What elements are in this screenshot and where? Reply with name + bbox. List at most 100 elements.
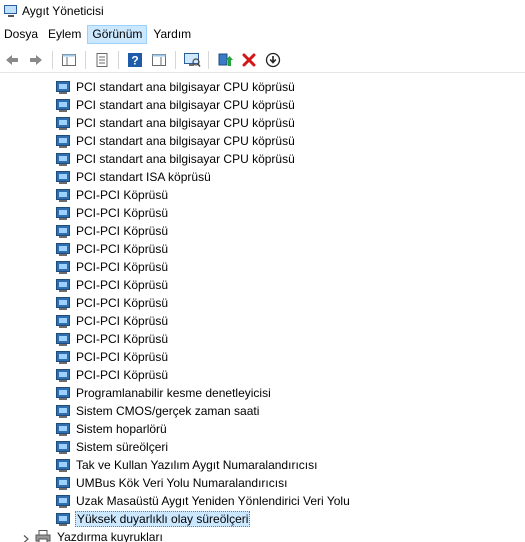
device-list-item[interactable]: PCI standart ana bilgisayar CPU köprüsü xyxy=(0,132,525,150)
category-label: Yazdırma kuyrukları xyxy=(57,530,163,542)
toolbar: ? xyxy=(0,47,525,73)
help-icon: ? xyxy=(128,52,142,67)
device-label: PCI standart ana bilgisayar CPU köprüsü xyxy=(76,134,295,148)
system-device-icon xyxy=(56,494,70,508)
device-list-item[interactable]: Programlanabilir kesme denetleyicisi xyxy=(0,384,525,402)
red-x-icon xyxy=(242,53,256,66)
properties-button[interactable] xyxy=(91,49,113,71)
device-list-item[interactable]: PCI-PCI Köprüsü xyxy=(0,348,525,366)
device-label: Sistem CMOS/gerçek zaman saati xyxy=(76,404,260,418)
device-label: Tak ve Kullan Yazılım Aygıt Numaralandır… xyxy=(76,458,318,472)
properties-icon xyxy=(96,52,108,67)
device-label: PCI standart ana bilgisayar CPU köprüsü xyxy=(76,98,295,112)
device-label: Yüksek duyarlıklı olay süreölçeri xyxy=(75,511,251,527)
system-device-icon xyxy=(56,224,70,238)
device-label: PCI-PCI Köprüsü xyxy=(76,314,169,328)
device-list-item[interactable]: PCI-PCI Köprüsü xyxy=(0,276,525,294)
forward-button[interactable] xyxy=(25,49,47,71)
device-label: UMBus Kök Veri Yolu Numaralandırıcısı xyxy=(76,476,288,490)
device-list-item[interactable]: PCI standart ISA köprüsü xyxy=(0,168,525,186)
device-label: PCI-PCI Köprüsü xyxy=(76,188,169,202)
device-list-item[interactable]: Tak ve Kullan Yazılım Aygıt Numaralandır… xyxy=(0,456,525,474)
device-list-item[interactable]: UMBus Kök Veri Yolu Numaralandırıcısı xyxy=(0,474,525,492)
scan-hardware-button[interactable] xyxy=(181,49,203,71)
system-device-icon xyxy=(56,404,70,418)
system-device-icon xyxy=(56,314,70,328)
system-device-icon xyxy=(56,134,70,148)
menu-bar: Dosya Eylem Görünüm Yardım xyxy=(0,24,525,45)
menu-view[interactable]: Görünüm xyxy=(87,25,148,44)
device-list-item[interactable]: Sistem süreölçeri xyxy=(0,438,525,456)
device-label: PCI standart ISA köprüsü xyxy=(76,170,211,184)
device-label: PCI-PCI Köprüsü xyxy=(76,350,169,364)
device-list-item[interactable]: Sistem hoparlörü xyxy=(0,420,525,438)
system-device-icon xyxy=(56,188,70,202)
toolbar-separator xyxy=(208,50,209,69)
system-device-icon xyxy=(56,116,70,130)
system-device-icon xyxy=(56,80,70,94)
device-label: PCI standart ana bilgisayar CPU köprüsü xyxy=(76,152,295,166)
expand-chevron-icon[interactable] xyxy=(22,532,30,542)
uninstall-device-button[interactable] xyxy=(238,49,260,71)
toolbar-separator xyxy=(118,50,119,69)
device-list-item[interactable]: PCI-PCI Köprüsü xyxy=(0,240,525,258)
system-device-icon xyxy=(56,512,70,526)
device-list-item[interactable]: PCI-PCI Köprüsü xyxy=(0,186,525,204)
system-device-icon xyxy=(56,350,70,364)
system-device-icon xyxy=(56,332,70,346)
update-driver-button[interactable] xyxy=(214,49,236,71)
menu-action[interactable]: Eylem xyxy=(44,25,85,44)
menu-file[interactable]: Dosya xyxy=(0,25,42,44)
action-pane-button[interactable] xyxy=(148,49,170,71)
system-device-icon xyxy=(56,98,70,112)
system-device-icon xyxy=(56,170,70,184)
menu-help[interactable]: Yardım xyxy=(149,25,195,44)
toolbar-separator xyxy=(85,50,86,69)
device-list-item[interactable]: PCI standart ana bilgisayar CPU köprüsü xyxy=(0,114,525,132)
device-label: PCI-PCI Köprüsü xyxy=(76,278,169,292)
system-device-icon xyxy=(56,458,70,472)
help-button[interactable]: ? xyxy=(124,49,146,71)
title-bar: Aygıt Yöneticisi xyxy=(0,0,525,22)
arrow-left-icon xyxy=(6,54,18,65)
device-list-item[interactable]: Uzak Masaüstü Aygıt Yeniden Yönlendirici… xyxy=(0,492,525,510)
system-device-icon xyxy=(56,296,70,310)
show-hide-console-tree-button[interactable] xyxy=(58,49,80,71)
device-label: PCI-PCI Köprüsü xyxy=(76,368,169,382)
device-label: PCI-PCI Köprüsü xyxy=(76,332,169,346)
device-list-item[interactable]: PCI-PCI Köprüsü xyxy=(0,366,525,384)
system-device-icon xyxy=(56,206,70,220)
device-list-item[interactable]: PCI standart ana bilgisayar CPU köprüsü xyxy=(0,78,525,96)
device-list-item[interactable]: PCI-PCI Köprüsü xyxy=(0,330,525,348)
window-title: Aygıt Yöneticisi xyxy=(22,4,104,18)
device-list-item[interactable]: Yüksek duyarlıklı olay süreölçeri xyxy=(0,510,525,528)
system-device-icon xyxy=(56,278,70,292)
device-list-item[interactable]: PCI standart ana bilgisayar CPU köprüsü xyxy=(0,96,525,114)
system-device-icon xyxy=(56,368,70,382)
system-device-icon xyxy=(56,152,70,166)
device-label: PCI-PCI Köprüsü xyxy=(76,224,169,238)
disable-device-button[interactable] xyxy=(262,49,284,71)
device-label: Sistem süreölçeri xyxy=(76,440,169,454)
system-device-icon xyxy=(56,242,70,256)
device-tree: PCI standart ana bilgisayar CPU köprüsü P… xyxy=(0,77,525,542)
device-label: PCI standart ana bilgisayar CPU köprüsü xyxy=(76,116,295,130)
device-label: PCI-PCI Köprüsü xyxy=(76,242,169,256)
device-label: PCI standart ana bilgisayar CPU köprüsü xyxy=(76,80,295,94)
device-list-item[interactable]: PCI standart ana bilgisayar CPU köprüsü xyxy=(0,150,525,168)
device-list-item[interactable]: PCI-PCI Köprüsü xyxy=(0,294,525,312)
device-list-item[interactable]: Sistem CMOS/gerçek zaman saati xyxy=(0,402,525,420)
arrow-right-icon xyxy=(30,54,42,65)
device-list-item[interactable]: PCI-PCI Köprüsü xyxy=(0,222,525,240)
device-list-item[interactable]: PCI-PCI Köprüsü xyxy=(0,204,525,222)
device-list-item[interactable]: PCI-PCI Köprüsü xyxy=(0,258,525,276)
back-button[interactable] xyxy=(1,49,23,71)
system-device-icon xyxy=(56,440,70,454)
device-list-item[interactable]: PCI-PCI Köprüsü xyxy=(0,312,525,330)
device-label: PCI-PCI Köprüsü xyxy=(76,206,169,220)
action-pane-icon xyxy=(152,53,166,66)
category-print-queues[interactable]: Yazdırma kuyrukları xyxy=(0,528,525,542)
device-label: Uzak Masaüstü Aygıt Yeniden Yönlendirici… xyxy=(76,494,350,508)
toolbar-separator xyxy=(175,50,176,69)
monitor-scan-icon xyxy=(184,52,201,67)
